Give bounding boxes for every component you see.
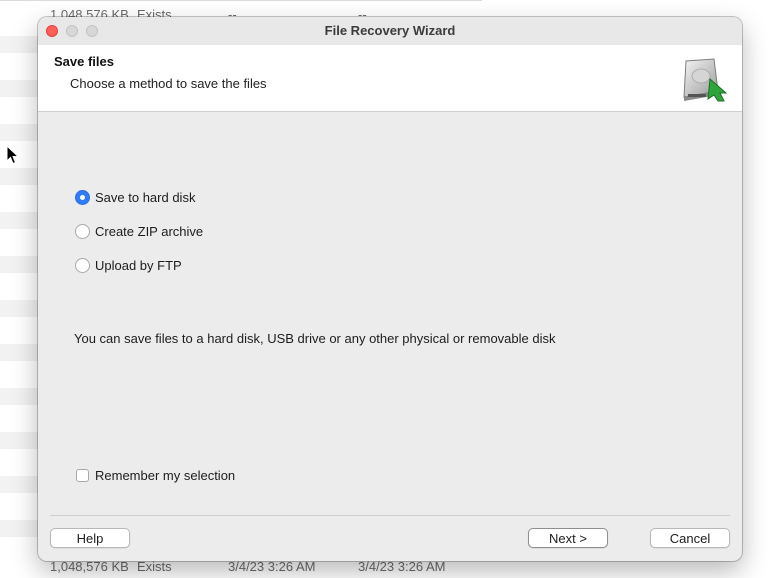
radio-upload-by-ftp[interactable]: Upload by FTP — [75, 255, 182, 275]
wizard-header: Save files Choose a method to save the f… — [38, 45, 742, 112]
bg-status: Exists — [137, 559, 172, 574]
background-divider — [0, 0, 482, 1]
background-row-stripes — [0, 0, 38, 578]
step-title: Save files — [54, 54, 114, 69]
radio-label: Create ZIP archive — [95, 223, 204, 239]
radio-create-zip-archive[interactable]: Create ZIP archive — [75, 221, 203, 241]
radio-save-to-hard-disk[interactable]: Save to hard disk — [75, 187, 195, 207]
step-subtitle: Choose a method to save the files — [70, 76, 267, 91]
file-recovery-wizard-dialog: File Recovery Wizard Save files Choose a… — [38, 17, 742, 561]
footer-separator — [50, 515, 730, 516]
window-title: File Recovery Wizard — [324, 23, 456, 38]
hard-disk-with-arrow-icon — [683, 58, 728, 102]
radio-label: Save to hard disk — [95, 189, 196, 205]
radio-button[interactable] — [75, 257, 90, 273]
checkbox[interactable] — [76, 468, 89, 482]
mouse-cursor-icon — [6, 145, 20, 165]
next-button[interactable]: Next > — [528, 528, 608, 548]
method-description: You can save files to a hard disk, USB d… — [74, 331, 556, 346]
bg-created: 3/4/23 3:26 AM — [228, 559, 316, 574]
remember-selection-checkbox[interactable]: Remember my selection — [76, 465, 235, 485]
bg-modified: 3/4/23 3:26 AM — [358, 559, 446, 574]
help-button[interactable]: Help — [50, 528, 130, 548]
cancel-button[interactable]: Cancel — [650, 528, 730, 548]
title-bar[interactable]: File Recovery Wizard — [38, 17, 742, 45]
radio-button-checked[interactable] — [75, 189, 90, 205]
checkbox-label: Remember my selection — [95, 467, 236, 483]
bg-size: 1,048,576 KB — [50, 559, 129, 574]
radio-button[interactable] — [75, 223, 90, 239]
radio-label: Upload by FTP — [95, 257, 182, 273]
